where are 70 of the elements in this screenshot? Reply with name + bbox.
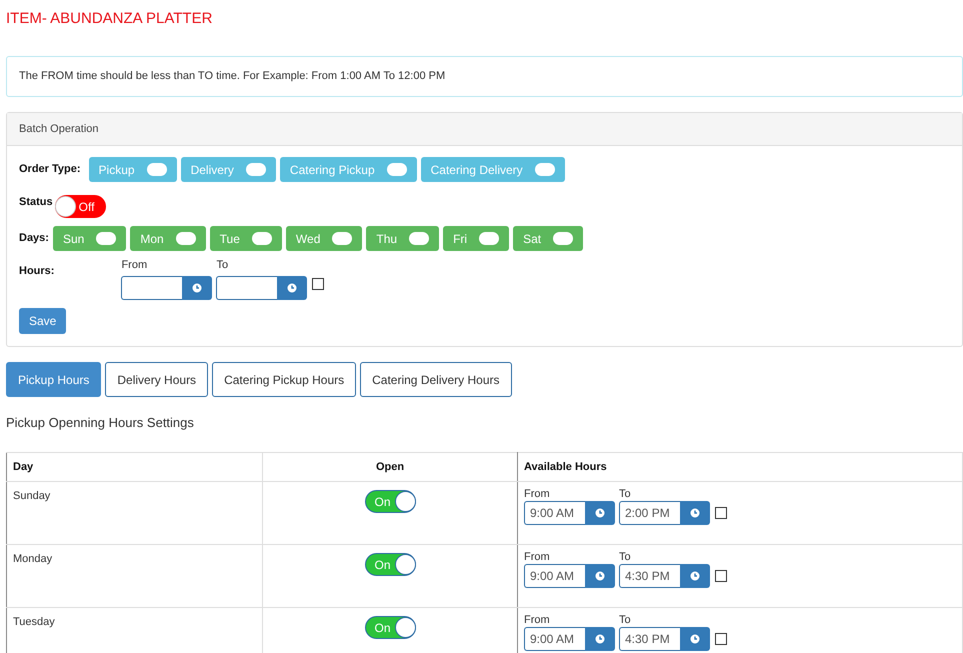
field-label: Hours:: [19, 264, 54, 279]
checkbox[interactable]: [715, 633, 727, 645]
checkbox[interactable]: [715, 507, 727, 519]
clock-button[interactable]: [182, 276, 212, 300]
toggle-button[interactable]: Fri: [443, 226, 510, 251]
toggle-button[interactable]: Sun: [52, 226, 126, 251]
time-field[interactable]: 9:00 AM: [524, 564, 585, 588]
toggle-switch[interactable]: On: [364, 553, 416, 576]
field-label: To: [619, 551, 632, 564]
section-title: Pickup Openning Hours Settings: [6, 414, 195, 432]
column-header: Day: [6, 452, 262, 482]
column-header: Available Hours: [518, 452, 962, 482]
field-label: To: [619, 614, 632, 627]
toggle-switch[interactable]: On: [364, 490, 416, 513]
toggle-switch[interactable]: Off: [54, 195, 106, 218]
field-label: From: [524, 488, 551, 501]
clock-icon: [192, 283, 202, 293]
clock-button[interactable]: [277, 276, 308, 300]
toggle-button[interactable]: Pickup: [88, 157, 177, 182]
column-header: Open: [262, 452, 518, 482]
time-field[interactable]: 4:30 PM: [619, 564, 680, 588]
field-label: Order Type:: [19, 162, 81, 177]
time-field[interactable]: 9:00 AM: [524, 501, 585, 525]
time-field[interactable]: 2:00 PM: [619, 501, 680, 525]
tab[interactable]: Delivery Hours: [105, 362, 208, 397]
clock-icon: [595, 571, 605, 581]
time-field[interactable]: [121, 276, 182, 300]
time-field[interactable]: [216, 276, 278, 300]
clock-icon: [690, 634, 700, 644]
toggle-button[interactable]: Catering Delivery: [420, 157, 565, 182]
field-label: Status: [19, 195, 53, 210]
clock-button[interactable]: [680, 501, 710, 525]
clock-button[interactable]: [585, 627, 615, 651]
clock-icon: [595, 508, 605, 518]
toggle-button[interactable]: Mon: [130, 226, 206, 251]
time-field[interactable]: 4:30 PM: [619, 627, 680, 651]
clock-icon: [690, 508, 700, 518]
time-field[interactable]: 9:00 AM: [524, 627, 585, 651]
table-cell: Tuesday: [6, 608, 262, 653]
clock-button[interactable]: [585, 564, 615, 588]
checkbox[interactable]: [312, 278, 324, 290]
table-cell: Sunday: [6, 482, 262, 544]
clock-button[interactable]: [680, 627, 710, 651]
tab[interactable]: Catering Pickup Hours: [212, 362, 356, 397]
panel-heading: Batch Operation: [7, 113, 962, 146]
clock-button[interactable]: [680, 564, 710, 588]
page-title: ITEM- ABUNDANZA PLATTER: [6, 9, 214, 29]
toggle-button[interactable]: Tue: [210, 226, 282, 251]
table-cell: Monday: [6, 544, 262, 608]
toggle-button[interactable]: Thu: [366, 226, 440, 251]
toggle-button[interactable]: Wed: [286, 226, 362, 251]
field-label: From: [524, 614, 551, 627]
save-button[interactable]: Save: [19, 308, 66, 334]
field-label: To: [216, 259, 230, 272]
field-label: From: [121, 259, 148, 272]
field-label: To: [619, 488, 632, 501]
toggle-button[interactable]: Sat: [513, 226, 584, 251]
clock-icon: [690, 571, 700, 581]
clock-icon: [595, 634, 605, 644]
clock-icon: [287, 283, 298, 293]
toggle-button[interactable]: Catering Pickup: [280, 157, 417, 182]
tab[interactable]: Pickup Hours: [6, 362, 102, 397]
toggle-switch[interactable]: On: [364, 616, 416, 639]
toggle-button[interactable]: Delivery: [180, 157, 276, 182]
tab[interactable]: Catering Delivery Hours: [360, 362, 512, 397]
checkbox[interactable]: [715, 570, 727, 582]
field-label: Days:: [19, 231, 49, 246]
clock-button[interactable]: [585, 501, 615, 525]
field-label: From: [524, 551, 551, 564]
info-alert: The FROM time should be less than TO time. For Example: From 1:00 AM To 12:00 PM: [6, 56, 963, 97]
